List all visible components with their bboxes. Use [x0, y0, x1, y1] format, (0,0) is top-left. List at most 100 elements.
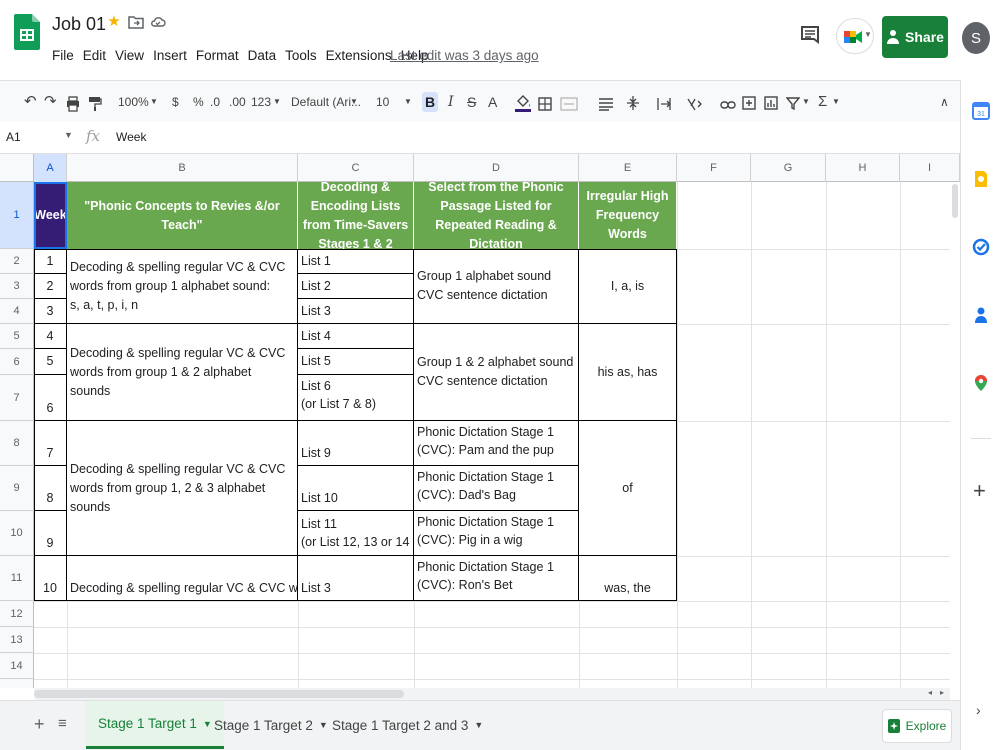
col-header-c[interactable]: C: [298, 154, 414, 182]
vertical-align-icon[interactable]: [626, 93, 640, 113]
horizontal-scroll-thumb[interactable]: [34, 690, 404, 698]
scroll-right-icon[interactable]: ▸: [940, 688, 944, 697]
list-cell[interactable]: List 10: [298, 466, 414, 511]
functions-caret-icon[interactable]: ▼: [832, 92, 840, 112]
fill-color-icon[interactable]: [514, 93, 532, 113]
insert-chart-icon[interactable]: [764, 93, 778, 113]
text-color-button[interactable]: A: [488, 92, 497, 112]
horizontal-align-icon[interactable]: [598, 94, 614, 114]
sheet-tab-stage1-target2[interactable]: Stage 1 Target 2 ▼: [204, 701, 338, 749]
words-cell[interactable]: his as, has: [579, 324, 677, 421]
col-header-d[interactable]: D: [414, 154, 579, 182]
last-edit-link[interactable]: Last edit was 3 days ago: [390, 48, 539, 63]
row-header-10[interactable]: 10: [0, 511, 34, 556]
print-icon[interactable]: [66, 94, 80, 114]
filter-icon[interactable]: [786, 93, 800, 113]
percent-format-button[interactable]: %: [193, 92, 204, 112]
number-format-caret-icon[interactable]: ▼: [273, 92, 281, 112]
sheets-logo-icon[interactable]: [14, 14, 40, 50]
menu-extensions[interactable]: Extensions: [326, 48, 392, 63]
row-header-9[interactable]: 9: [0, 466, 34, 511]
number-format-select[interactable]: 123: [251, 92, 271, 112]
concept-cell[interactable]: Decoding & spelling regular VC & CVC wor…: [67, 249, 298, 324]
insert-comment-icon[interactable]: [742, 93, 756, 113]
row-header-6[interactable]: 6: [0, 349, 34, 375]
week-cell[interactable]: 2: [34, 274, 67, 299]
passage-cell[interactable]: Phonic Dictation Stage 1 (CVC): Dad's Ba…: [414, 466, 579, 511]
week-cell[interactable]: 8: [34, 466, 67, 511]
words-cell[interactable]: of: [579, 421, 677, 556]
row-header-2[interactable]: 2: [0, 249, 34, 274]
week-cell[interactable]: 5: [34, 349, 67, 375]
increase-decimal-button[interactable]: .00: [229, 92, 246, 112]
maps-icon[interactable]: [972, 374, 990, 392]
vertical-scrollbar[interactable]: [950, 182, 960, 688]
list-cell[interactable]: List 3: [298, 556, 414, 601]
star-icon[interactable]: ★: [106, 14, 122, 30]
row-header-5[interactable]: 5: [0, 324, 34, 349]
week-cell[interactable]: 4: [34, 324, 67, 349]
font-size-caret-icon[interactable]: ▼: [404, 92, 412, 112]
col-header-f[interactable]: F: [677, 154, 751, 182]
font-caret-icon[interactable]: ▼: [350, 92, 358, 112]
passage-cell[interactable]: Group 1 & 2 alphabet sound CVC sentence …: [414, 324, 579, 421]
menu-edit[interactable]: Edit: [83, 48, 106, 63]
menu-tools[interactable]: Tools: [285, 48, 317, 63]
concept-cell[interactable]: Decoding & spelling regular VC & CVC wor…: [67, 324, 298, 421]
header-words[interactable]: Irregular High Frequency Words: [579, 182, 677, 249]
functions-icon[interactable]: Σ: [818, 92, 827, 112]
cloud-status-icon[interactable]: [150, 14, 166, 30]
currency-format-button[interactable]: $: [172, 92, 179, 112]
list-cell[interactable]: List 3: [298, 299, 414, 324]
expand-panel-icon[interactable]: ›: [976, 702, 981, 718]
col-header-i[interactable]: I: [900, 154, 960, 182]
name-box-caret-icon[interactable]: ▼: [64, 130, 73, 140]
list-cell[interactable]: List 11 (or List 12, 13 or 14: [298, 511, 414, 556]
comments-icon[interactable]: [796, 22, 824, 50]
passage-cell[interactable]: Phonic Dictation Stage 1 (CVC): Pam and …: [414, 421, 579, 466]
menu-file[interactable]: File: [52, 48, 74, 63]
week-cell[interactable]: 7: [34, 421, 67, 466]
formula-input[interactable]: Week: [116, 130, 146, 144]
italic-button[interactable]: I: [448, 92, 454, 112]
row-header-8[interactable]: 8: [0, 421, 34, 466]
concept-cell[interactable]: Decoding & spelling regular VC & CVC wor…: [67, 556, 298, 601]
col-header-e[interactable]: E: [579, 154, 677, 182]
contacts-icon[interactable]: [972, 306, 990, 324]
words-cell[interactable]: was, the: [579, 556, 677, 601]
list-cell[interactable]: List 9: [298, 421, 414, 466]
row-header-13[interactable]: 13: [0, 627, 34, 653]
menu-view[interactable]: View: [115, 48, 144, 63]
row-header-15[interactable]: [0, 679, 34, 688]
keep-icon[interactable]: [972, 170, 990, 188]
name-box[interactable]: A1: [6, 130, 21, 144]
week-cell[interactable]: 3: [34, 299, 67, 324]
menu-data[interactable]: Data: [248, 48, 277, 63]
col-header-g[interactable]: G: [751, 154, 826, 182]
passage-cell[interactable]: Phonic Dictation Stage 1 (CVC): Pig in a…: [414, 511, 579, 556]
sheet-tab-stage1-target2-and-3[interactable]: Stage 1 Target 2 and 3 ▼: [322, 701, 493, 749]
paint-format-icon[interactable]: [88, 94, 102, 114]
header-lists[interactable]: Decoding & Encoding Lists from Time-Save…: [298, 182, 414, 249]
header-concepts[interactable]: "Phonic Concepts to Revies &/or Teach": [67, 182, 298, 249]
concept-cell[interactable]: Decoding & spelling regular VC & CVC wor…: [67, 421, 298, 556]
redo-icon[interactable]: ↷: [44, 92, 57, 112]
text-rotation-icon[interactable]: [686, 94, 702, 114]
spreadsheet-grid[interactable]: A B C D E F G H I 1 2 3 4 5 6 7 8 9 10 1…: [0, 154, 960, 688]
zoom-caret-icon[interactable]: ▼: [150, 92, 158, 112]
meet-button[interactable]: ▼: [836, 18, 874, 54]
sheet-tab-caret-icon[interactable]: ▼: [474, 720, 483, 730]
passage-cell[interactable]: Group 1 alphabet sound CVC sentence dict…: [414, 249, 579, 324]
menu-format[interactable]: Format: [196, 48, 239, 63]
col-header-h[interactable]: H: [826, 154, 900, 182]
font-size-select[interactable]: 10: [376, 92, 389, 112]
vertical-scroll-thumb[interactable]: [952, 184, 958, 218]
week-cell[interactable]: 6: [34, 375, 67, 421]
week-cell[interactable]: 9: [34, 511, 67, 556]
list-cell[interactable]: List 2: [298, 274, 414, 299]
list-cell[interactable]: List 1: [298, 249, 414, 274]
document-title[interactable]: Job 01: [52, 14, 106, 35]
insert-link-icon[interactable]: [720, 95, 736, 115]
week-cell[interactable]: 1: [34, 249, 67, 274]
strikethrough-button[interactable]: S: [467, 92, 476, 112]
